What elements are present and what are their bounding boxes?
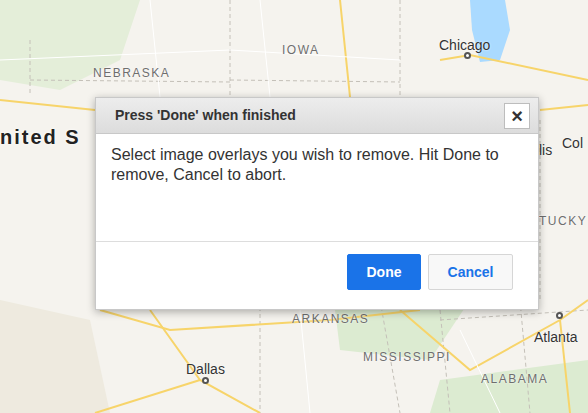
city-dot-icon xyxy=(202,377,209,384)
city-dot-icon xyxy=(464,52,471,59)
map-view[interactable]: IOWANEBRASKAChicagonited SlisColTUCKYARK… xyxy=(0,0,588,413)
dialog-message: Select image overlays you wish to remove… xyxy=(111,145,523,185)
dialog-body: Select image overlays you wish to remove… xyxy=(96,134,538,241)
city-label: Col xyxy=(562,133,583,154)
state-label: MISSISSIPPI xyxy=(363,348,451,366)
dialog-footer: DoneCancel xyxy=(96,241,538,307)
state-label: TUCKY xyxy=(539,212,587,230)
state-label: IOWA xyxy=(282,41,320,59)
dialog-title: Press 'Done' when finished xyxy=(115,105,296,126)
state-label: NEBRASKA xyxy=(93,64,170,82)
city-dot-icon xyxy=(556,312,563,319)
state-label: ALABAMA xyxy=(481,370,548,388)
secondary-button[interactable]: Cancel xyxy=(428,254,513,290)
country-label: nited S xyxy=(0,122,81,152)
close-button[interactable]: × xyxy=(504,103,530,129)
dialog: Press 'Done' when finished × Select imag… xyxy=(95,97,539,310)
city-label: lis xyxy=(539,140,552,161)
primary-button[interactable]: Done xyxy=(347,254,421,290)
city-label: Atlanta xyxy=(534,327,578,348)
dialog-header: Press 'Done' when finished × xyxy=(96,98,538,134)
state-label: ARKANSAS xyxy=(292,310,369,328)
